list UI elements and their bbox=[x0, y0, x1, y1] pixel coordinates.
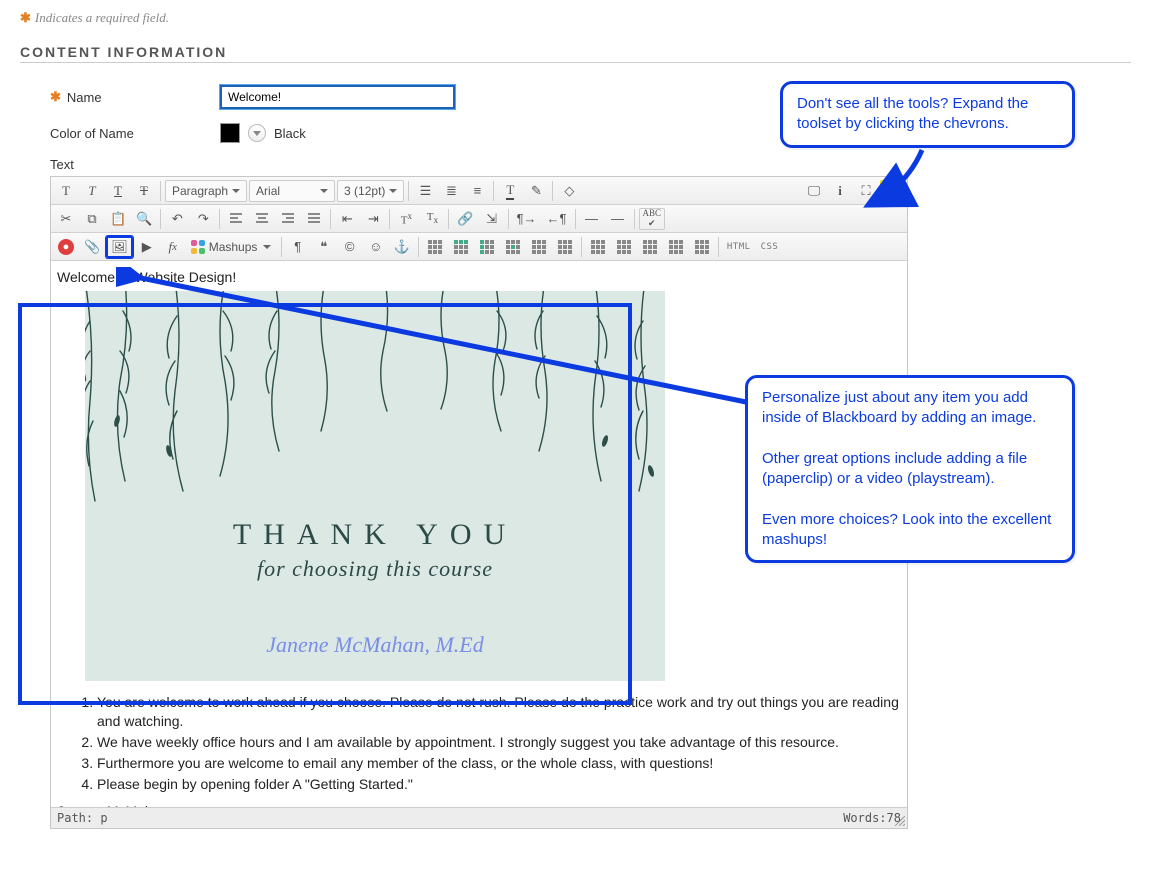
clear-format-button[interactable]: ◇ bbox=[557, 180, 581, 202]
insert-image-button[interactable]: 🖼 bbox=[106, 236, 133, 258]
subscript-button[interactable]: Tx bbox=[420, 208, 444, 230]
preview-button[interactable]: 🖵 bbox=[802, 180, 826, 202]
highlight-button[interactable]: ✎ bbox=[524, 180, 548, 202]
align-right-button[interactable] bbox=[276, 208, 300, 230]
info-button[interactable]: i bbox=[828, 180, 852, 202]
color-dropdown[interactable] bbox=[248, 124, 266, 142]
find-button[interactable]: 🔍 bbox=[132, 208, 156, 230]
undo-button[interactable]: ↶ bbox=[165, 208, 189, 230]
strike-button[interactable]: T bbox=[132, 180, 156, 202]
ltr-button[interactable]: ¶→ bbox=[513, 208, 541, 230]
thankyou-image: THANK YOU for choosing this course Janen… bbox=[85, 291, 665, 681]
outdent-button[interactable]: ⇤ bbox=[335, 208, 359, 230]
list-item: Please begin by opening folder A "Gettin… bbox=[97, 775, 901, 794]
table-split-button[interactable] bbox=[664, 236, 688, 258]
table-insert-row-above[interactable] bbox=[527, 236, 551, 258]
required-note: ✱Indicates a required field. bbox=[20, 10, 1131, 26]
indent-button[interactable]: ⇥ bbox=[361, 208, 385, 230]
align-center-button[interactable] bbox=[250, 208, 274, 230]
align-left-button[interactable] bbox=[224, 208, 248, 230]
fullscreen-button[interactable]: ⛶ bbox=[854, 180, 878, 202]
editor-welcome-line: Welcome to Website Design! bbox=[57, 269, 901, 285]
editor-status-bar: Path: p Words:78 bbox=[51, 807, 907, 828]
table-insert-col-left[interactable] bbox=[586, 236, 610, 258]
list-item: We have weekly office hours and I am ava… bbox=[97, 733, 901, 752]
size-select[interactable]: 3 (12pt) bbox=[337, 180, 404, 202]
cut-button[interactable]: ✂ bbox=[54, 208, 78, 230]
unlink-button[interactable]: ⇲ bbox=[480, 208, 504, 230]
html-button[interactable]: HTML bbox=[723, 236, 755, 258]
spellcheck-button[interactable]: ABC✔ bbox=[639, 208, 666, 230]
align-justify-button[interactable] bbox=[302, 208, 326, 230]
table-row-button[interactable] bbox=[449, 236, 473, 258]
table-delete-button[interactable] bbox=[690, 236, 714, 258]
toolbar-row-1: T T T T Paragraph Arial 3 (12pt) ☰ ≣ ≡ T… bbox=[51, 177, 907, 205]
math-fx-button[interactable]: fx bbox=[161, 236, 185, 258]
copyright-button[interactable]: © bbox=[338, 236, 362, 258]
show-blocks-button[interactable]: ¶ bbox=[286, 236, 310, 258]
rtl-button[interactable]: ←¶ bbox=[543, 208, 571, 230]
emoji-button[interactable]: ☺ bbox=[364, 236, 388, 258]
callout-expand-tools: Don't see all the tools? Expand the tool… bbox=[780, 81, 1075, 148]
card-subtitle: for choosing this course bbox=[85, 556, 665, 582]
line-height-button[interactable]: ≡ bbox=[465, 180, 489, 202]
redo-button[interactable]: ↷ bbox=[191, 208, 215, 230]
hr-button[interactable]: — bbox=[580, 208, 604, 230]
toolbar-row-3: ● 📎 🖼 ▶ fx Mashups ¶ ❝ © ☺ ⚓ bbox=[51, 233, 907, 261]
editor-ordered-list: You are welcome to work ahead if you cho… bbox=[57, 693, 901, 793]
table-cell-button[interactable] bbox=[501, 236, 525, 258]
bullet-list-button[interactable]: ☰ bbox=[413, 180, 437, 202]
table-insert-col-right[interactable] bbox=[612, 236, 636, 258]
record-button[interactable]: ● bbox=[54, 236, 78, 258]
number-list-button[interactable]: ≣ bbox=[439, 180, 463, 202]
table-col-button[interactable] bbox=[475, 236, 499, 258]
color-name: Black bbox=[274, 126, 306, 141]
attach-file-button[interactable]: 📎 bbox=[80, 236, 104, 258]
link-button[interactable]: 🔗 bbox=[453, 208, 477, 230]
anchor-button[interactable]: ⚓ bbox=[390, 236, 414, 258]
insert-media-button[interactable]: ▶ bbox=[135, 236, 159, 258]
insert-table-button[interactable] bbox=[423, 236, 447, 258]
list-item: Furthermore you are welcome to email any… bbox=[97, 754, 901, 773]
copy-button[interactable]: ⧉ bbox=[80, 208, 104, 230]
name-input[interactable] bbox=[220, 85, 455, 109]
font-select[interactable]: Arial bbox=[249, 180, 335, 202]
toolbar-row-2: ✂ ⧉ 📋 🔍 ↶ ↷ ⇤ ⇥ Tx Tx 🔗 ⇲ ¶→ ←¶ — bbox=[51, 205, 907, 233]
mashups-button[interactable]: Mashups bbox=[187, 236, 277, 258]
superscript-button[interactable]: Tx bbox=[394, 208, 418, 230]
card-signature: Janene McMahan, M.Ed bbox=[85, 632, 665, 658]
section-header: CONTENT INFORMATION bbox=[20, 44, 1131, 63]
table-merge-button[interactable] bbox=[638, 236, 662, 258]
css-button[interactable]: CSS bbox=[757, 236, 783, 258]
editor-author: Janene McMahan bbox=[57, 803, 901, 807]
color-label: Color of Name bbox=[50, 126, 220, 141]
list-item: You are welcome to work ahead if you cho… bbox=[97, 693, 901, 731]
paste-button[interactable]: 📋 bbox=[106, 208, 130, 230]
name-label: ✱Name bbox=[50, 89, 220, 105]
underline-button[interactable]: T bbox=[106, 180, 130, 202]
italic-button[interactable]: T bbox=[80, 180, 104, 202]
table-insert-row-below[interactable] bbox=[553, 236, 577, 258]
blockquote-button[interactable]: ❝ bbox=[312, 236, 336, 258]
bold-button[interactable]: T bbox=[54, 180, 78, 202]
text-color-button[interactable]: T bbox=[498, 180, 522, 202]
color-swatch[interactable] bbox=[220, 123, 240, 143]
callout-personalize: Personalize just about any item you add … bbox=[745, 375, 1075, 563]
text-label: Text bbox=[50, 157, 1131, 172]
card-thankyou: THANK YOU bbox=[85, 518, 665, 552]
expand-toolbar-chevron[interactable] bbox=[880, 180, 904, 202]
paragraph-select[interactable]: Paragraph bbox=[165, 180, 247, 202]
nbsp-button[interactable]: ― bbox=[606, 208, 630, 230]
